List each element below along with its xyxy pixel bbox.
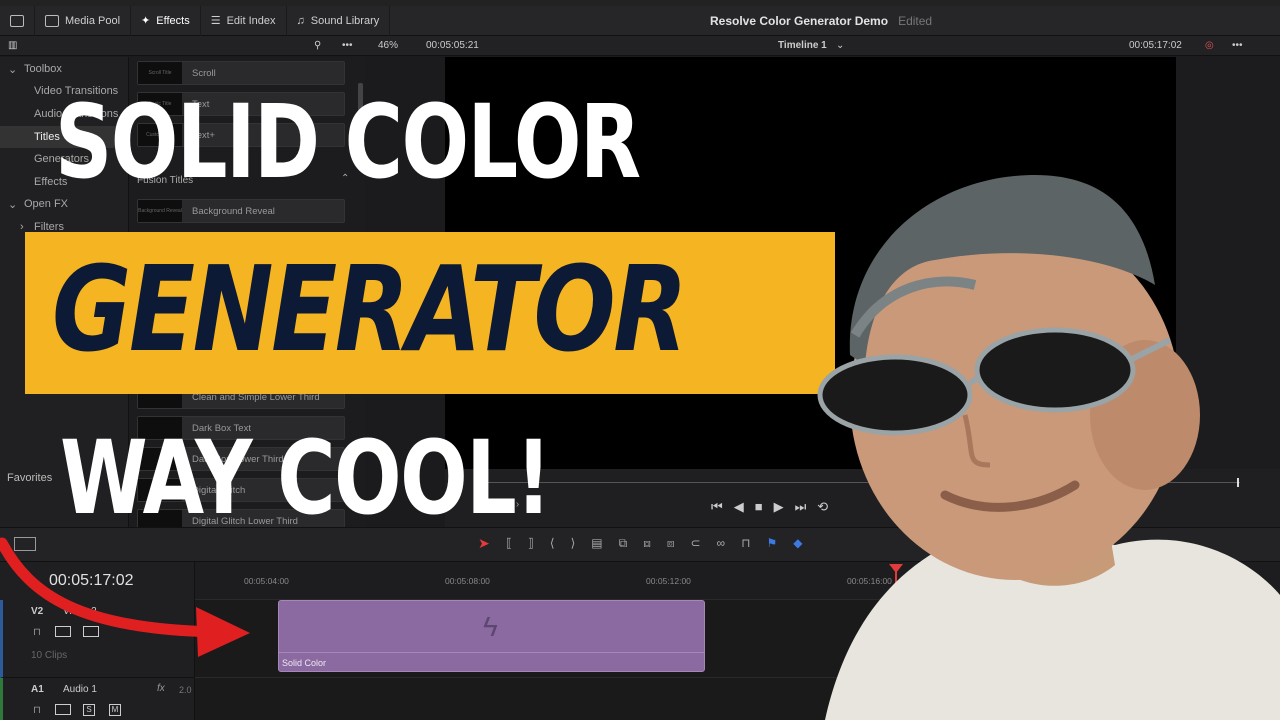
timeline-name[interactable]: Timeline 1 <box>778 40 827 51</box>
media-pool-button[interactable]: Media Pool <box>35 5 132 36</box>
panel-icon <box>10 14 24 27</box>
edit-tools[interactable]: ⟦⟧⟨⟩▤⧉⧈⧇⊂∞⊓⚑◆ <box>506 536 818 551</box>
project-status: Edited <box>898 14 933 28</box>
color-wheel-icon[interactable]: ◎ <box>1205 40 1214 51</box>
audio-level: 2.0 <box>179 685 192 695</box>
solid-color-clip[interactable]: ϟ Solid Color <box>278 600 705 672</box>
clip-divider <box>279 652 704 653</box>
track-header-a1[interactable]: A1 Audio 1 fx 2.0 ⊓ S M <box>0 678 195 720</box>
link-icon[interactable]: ∞ <box>717 536 742 550</box>
chevron-down-icon[interactable]: ⌄ <box>8 198 17 211</box>
toolbar: Media Pool ✦ Effects ☰ Edit Index ♫ Sound L… <box>0 5 1280 36</box>
clip-icon[interactable]: ▤ <box>591 536 618 550</box>
stop-icon[interactable]: ■ <box>755 499 774 514</box>
presenter-photo <box>817 175 1280 720</box>
effect-item[interactable]: Background Reveal Background Reveal <box>137 199 345 223</box>
skip-start-icon[interactable]: ⏮ <box>711 499 734 514</box>
lock-icon[interactable]: ⊓ <box>741 536 766 550</box>
effect-item[interactable]: Scroll Title Scroll <box>137 61 345 85</box>
title-line-1: SOLID COLOR <box>55 83 641 202</box>
trim-tool-icon[interactable]: ⟦⟧ <box>506 536 550 550</box>
tree-item-toolbox[interactable]: Toolbox <box>24 63 62 75</box>
mute-icon[interactable]: M <box>109 704 121 716</box>
chevron-right-icon[interactable]: › <box>20 221 24 233</box>
magic-wand-icon: ✦ <box>141 15 151 27</box>
skip-end-icon[interactable]: ⏭ <box>795 499 818 514</box>
replace-icon[interactable]: ⧇ <box>667 536 691 550</box>
more-options-icon[interactable]: ••• <box>342 40 353 51</box>
record-timecode: 00:05:17:02 <box>1129 40 1182 51</box>
clip-label: Solid Color <box>282 658 327 668</box>
flag-icon[interactable]: ⚑ <box>766 536 793 550</box>
list-icon: ☰ <box>210 15 221 27</box>
sidebar-icon[interactable]: ▥ <box>8 40 17 51</box>
fx-icon[interactable]: fx <box>157 683 165 694</box>
overwrite-icon[interactable]: ⧈ <box>643 536 667 550</box>
viewer-subbar: ▥ ⚲ ••• 46% 00:05:05:21 Timeline 1 ⌄ 00:… <box>0 36 1280 56</box>
favorites-label[interactable]: Favorites <box>7 472 52 484</box>
title-line-3: WAY COOL! <box>60 419 552 538</box>
effects-button[interactable]: ✦ Effects <box>131 5 201 36</box>
panel-toggle-button[interactable] <box>0 5 35 36</box>
title-line-2: GENERATOR <box>52 240 688 378</box>
music-note-icon: ♫ <box>296 14 305 27</box>
sound-library-button[interactable]: ♫ Sound Library <box>287 5 391 36</box>
effect-thumbnail: Background Reveal <box>138 200 182 222</box>
chevron-down-icon[interactable]: ⌄ <box>8 63 17 76</box>
search-icon[interactable]: ⚲ <box>314 40 321 51</box>
media-pool-icon <box>45 14 59 27</box>
project-title: Resolve Color Generator Demo Edited <box>710 14 933 28</box>
generator-bolt-icon: ϟ <box>483 611 498 642</box>
solo-icon[interactable]: S <box>83 704 95 716</box>
blade-tool-icon[interactable]: ⟨⟩ <box>550 536 591 550</box>
edit-index-button[interactable]: ☰ Edit Index <box>201 5 287 36</box>
step-back-icon[interactable]: ◀ <box>734 499 755 514</box>
auto-select-icon[interactable] <box>55 704 71 715</box>
source-timecode: 00:05:05:21 <box>426 40 479 51</box>
viewer-options-icon[interactable]: ••• <box>1232 40 1243 51</box>
play-icon[interactable]: ▶ <box>774 499 795 514</box>
snap-icon[interactable]: ⊂ <box>690 536 716 550</box>
effect-thumbnail: Scroll Title <box>138 62 182 84</box>
red-arrow-icon <box>0 537 250 657</box>
insert-icon[interactable]: ⧉ <box>619 536 644 550</box>
zoom-level[interactable]: 46% <box>378 40 398 51</box>
lock-icon[interactable]: ⊓ <box>33 705 41 716</box>
chevron-down-icon[interactable]: ⌄ <box>836 40 844 51</box>
